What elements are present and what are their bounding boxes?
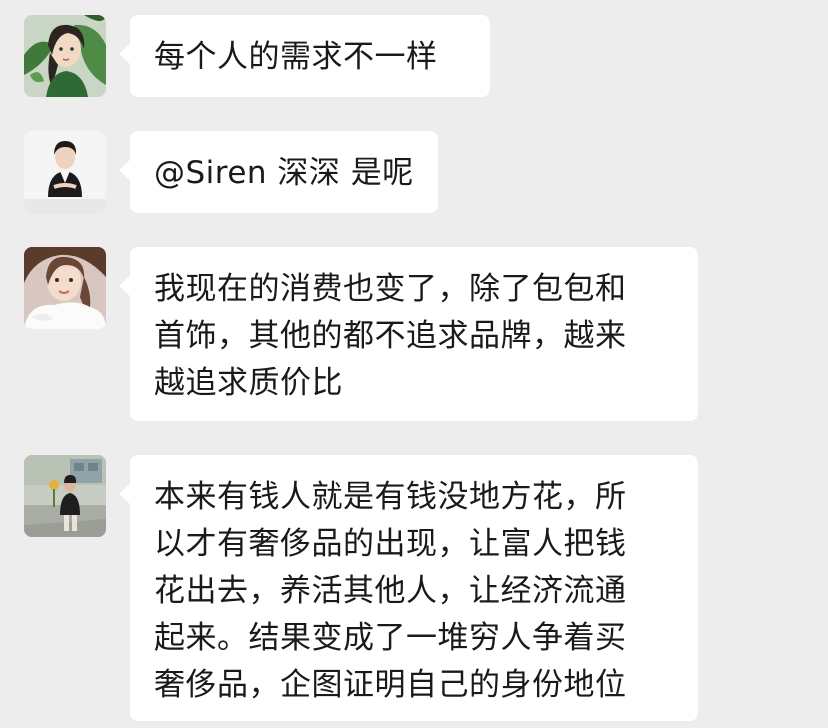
message-bubble[interactable]: 每个人的需求不一样: [119, 15, 490, 97]
anime-girl-with-dragon-avatar[interactable]: [24, 15, 106, 97]
woman-in-black-suit-avatar[interactable]: [24, 131, 106, 213]
message-bubble[interactable]: 本来有钱人就是有钱没地方花，所 以才有奢侈品的出现，让富人把钱 花出去，养活其他…: [119, 455, 698, 721]
chat-message-list[interactable]: 每个人的需求不一样 @Siren 深深 是呢 我现在的消费也变了，除了包包和 首…: [0, 0, 828, 728]
man-standing-outdoors-avatar[interactable]: [24, 455, 106, 537]
message-bubble[interactable]: 我现在的消费也变了，除了包包和 首饰，其他的都不追求品牌，越来 越追求质价比: [119, 247, 698, 421]
message-bubble[interactable]: @Siren 深深 是呢: [119, 131, 438, 213]
woman-with-white-fur-avatar[interactable]: [24, 247, 106, 329]
